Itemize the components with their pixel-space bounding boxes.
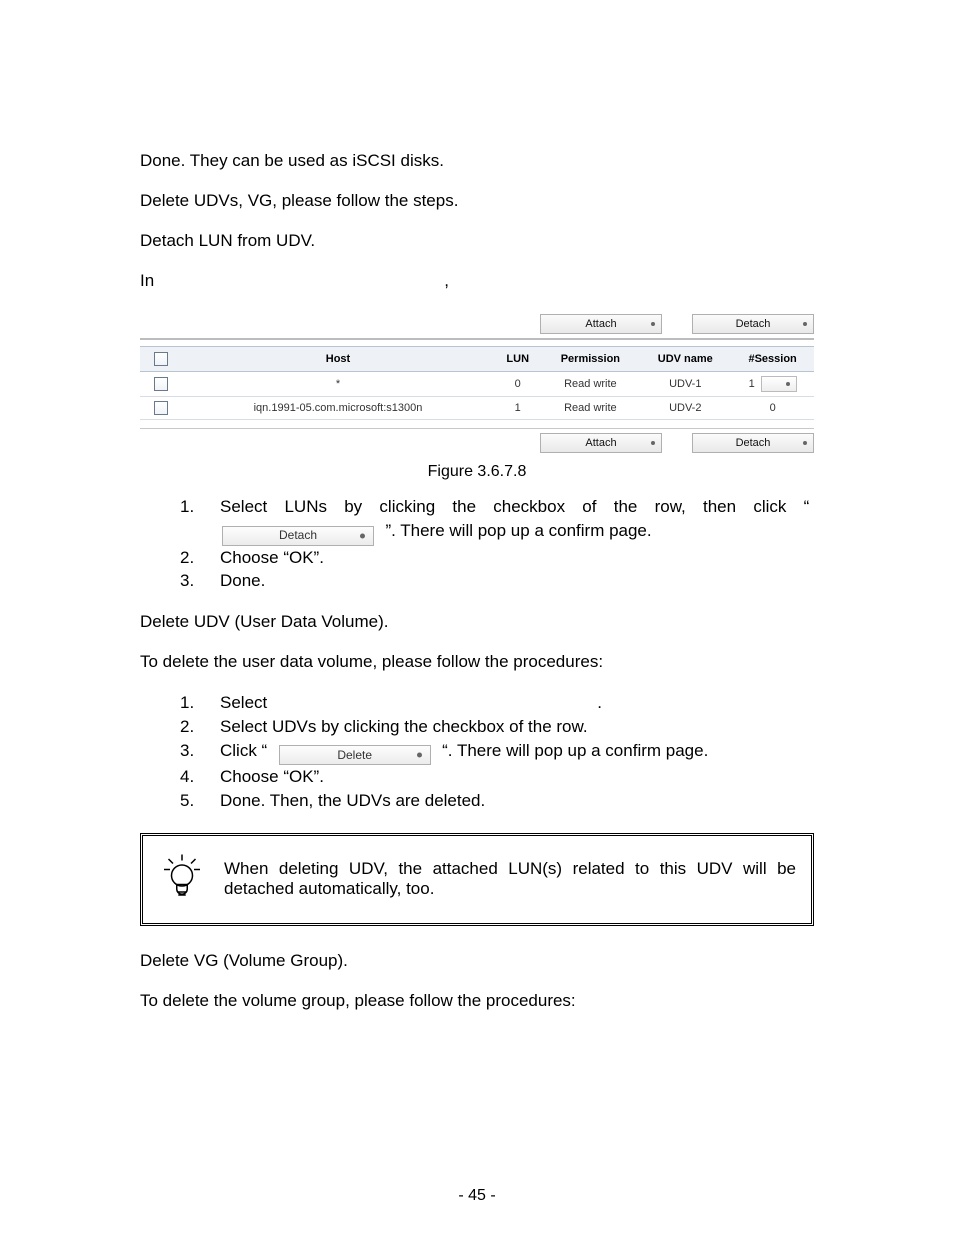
list-text: “. There will pop up a confirm page. <box>437 741 708 760</box>
cell-permission: Read write <box>541 397 639 420</box>
detach-button[interactable]: Detach <box>222 526 374 546</box>
list-text: Select <box>220 691 267 715</box>
cell-lun: 1 <box>494 397 541 420</box>
list-text: Select UDVs by clicking the checkbox of … <box>220 715 814 739</box>
detach-steps-list: 1. Select LUNs by clicking the checkbox … <box>140 495 814 593</box>
list-text: Choose “OK”. <box>220 765 814 789</box>
row-checkbox[interactable] <box>154 401 168 415</box>
note-box: When deleting UDV, the attached LUN(s) r… <box>140 833 814 926</box>
col-lun: LUN <box>494 347 541 372</box>
para-delete-udv-intro: To delete the user data volume, please f… <box>140 651 814 673</box>
list-text: Done. Then, the UDVs are deleted. <box>220 789 814 813</box>
delete-button-label: Delete <box>337 747 372 764</box>
list-number: 4. <box>180 765 220 789</box>
cell-session: 0 <box>731 397 814 420</box>
dropdown-dot-icon <box>786 382 790 386</box>
detach-button-label: Detach <box>279 527 317 544</box>
detach-button-label: Detach <box>736 437 771 449</box>
detach-button-label: Detach <box>736 318 771 330</box>
list-number: 2. <box>180 715 220 739</box>
col-session: #Session <box>731 347 814 372</box>
list-text: Choose “OK”. <box>220 546 814 570</box>
inline-comma: , <box>444 270 449 292</box>
lightbulb-icon <box>158 853 206 906</box>
inline-in: In <box>140 270 154 292</box>
dropdown-dot-icon <box>803 441 807 445</box>
list-text: Select LUNs by clicking the checkbox of … <box>220 497 814 516</box>
para-delete-intro: Delete UDVs, VG, please follow the steps… <box>140 190 814 212</box>
delete-udv-steps-list: 1. Select . 2. Select UDVs by clicking t… <box>140 691 814 813</box>
para-done-iscsi: Done. They can be used as iSCSI disks. <box>140 150 814 172</box>
para-in-line: In , <box>140 270 814 292</box>
select-all-checkbox[interactable] <box>154 352 168 366</box>
detach-button[interactable]: Detach <box>692 314 814 334</box>
list-text: Click “ <box>220 741 272 760</box>
dropdown-dot-icon <box>417 753 422 758</box>
cell-lun: 0 <box>494 372 541 397</box>
list-number: 5. <box>180 789 220 813</box>
cell-session: 1 <box>749 378 755 390</box>
lun-table: Host LUN Permission UDV name #Session * … <box>140 346 814 420</box>
figure-caption: Figure 3.6.7.8 <box>140 463 814 481</box>
attach-button-label: Attach <box>585 437 616 449</box>
cell-host: * <box>182 372 494 397</box>
note-text: When deleting UDV, the attached LUN(s) r… <box>224 859 796 899</box>
attach-button-label: Attach <box>585 318 616 330</box>
list-number: 1. <box>180 495 220 545</box>
attach-button[interactable]: Attach <box>540 314 662 334</box>
dropdown-dot-icon <box>651 322 655 326</box>
row-checkbox[interactable] <box>154 377 168 391</box>
list-number: 2. <box>180 546 220 570</box>
attach-button[interactable]: Attach <box>540 433 662 453</box>
list-number: 1. <box>180 691 220 715</box>
list-number: 3. <box>180 569 220 593</box>
detach-button[interactable]: Detach <box>692 433 814 453</box>
dropdown-dot-icon <box>803 322 807 326</box>
dropdown-dot-icon <box>651 441 655 445</box>
lun-table-figure: Attach Detach Host LUN Permission UDV na… <box>140 310 814 457</box>
para-delete-udv-head: Delete UDV (User Data Volume). <box>140 611 814 633</box>
list-text: Done. <box>220 569 814 593</box>
list-text: . <box>597 691 602 715</box>
dropdown-dot-icon <box>360 533 365 538</box>
table-row: iqn.1991-05.com.microsoft:s1300n 1 Read … <box>140 397 814 420</box>
page-number: - 45 - <box>0 1187 954 1205</box>
cell-permission: Read write <box>541 372 639 397</box>
session-detail-button[interactable] <box>761 376 797 392</box>
cell-udv: UDV-2 <box>639 397 731 420</box>
cell-udv: UDV-1 <box>639 372 731 397</box>
para-delete-vg-intro: To delete the volume group, please follo… <box>140 990 814 1012</box>
cell-host: iqn.1991-05.com.microsoft:s1300n <box>182 397 494 420</box>
para-detach-lun: Detach LUN from UDV. <box>140 230 814 252</box>
col-udv-name: UDV name <box>639 347 731 372</box>
col-host: Host <box>182 347 494 372</box>
col-permission: Permission <box>541 347 639 372</box>
list-text: ”. There will pop up a confirm page. <box>381 521 652 540</box>
table-row: * 0 Read write UDV-1 1 <box>140 372 814 397</box>
para-delete-vg-head: Delete VG (Volume Group). <box>140 950 814 972</box>
delete-button[interactable]: Delete <box>279 745 431 765</box>
list-number: 3. <box>180 739 220 765</box>
